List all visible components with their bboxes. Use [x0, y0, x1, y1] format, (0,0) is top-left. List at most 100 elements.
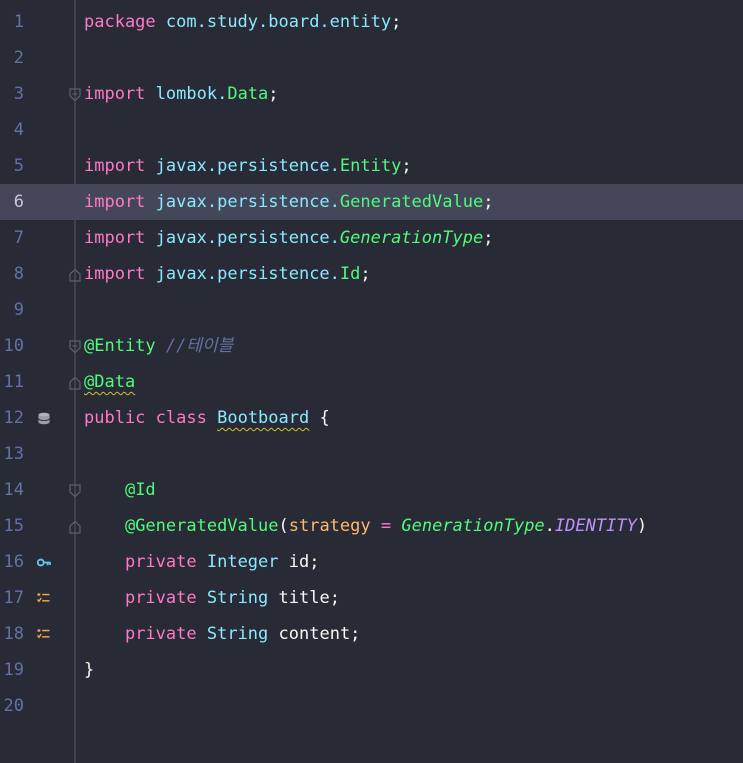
line-number: 8: [13, 264, 24, 284]
code-text: import javax.persistence.Id;: [84, 256, 371, 292]
column-field-icon[interactable]: [36, 592, 52, 605]
enum-name: GenerationType: [401, 516, 545, 536]
annotation: @Id: [124, 480, 156, 500]
class-declaration[interactable]: Bootboard: [217, 408, 309, 428]
keyword: package: [84, 12, 156, 32]
operator: =: [380, 516, 392, 536]
column-field-icon[interactable]: [36, 628, 52, 641]
code-line-5[interactable]: 5 import javax.persistence.Entity;: [0, 148, 743, 184]
code-line-8[interactable]: 8 import javax.persistence.Id;: [0, 256, 743, 292]
code-line-13[interactable]: 13: [0, 436, 743, 472]
code-editor[interactable]: 1 package com.study.board.entity; 2 3 im…: [0, 0, 743, 763]
punctuation: ;: [483, 228, 494, 248]
code-line-6-current[interactable]: 6 import javax.persistence.GeneratedValu…: [0, 184, 743, 220]
code-line-20[interactable]: 20: [0, 688, 743, 724]
code-text: private String title;: [84, 580, 340, 616]
keyword: class: [155, 408, 207, 428]
code-text: package com.study.board.entity;: [84, 4, 401, 40]
line-number: 16: [3, 552, 24, 572]
punctuation: ;: [401, 156, 412, 176]
keyword: private: [124, 624, 197, 644]
line-number: 6: [13, 192, 24, 212]
code-text: import javax.persistence.GenerationType;: [84, 220, 493, 256]
line-number: 14: [3, 480, 24, 500]
punctuation: }: [84, 660, 95, 680]
code-line-10[interactable]: 10 @Entity //테이블: [0, 328, 743, 364]
keyword: private: [124, 588, 197, 608]
code-line-3[interactable]: 3 import lombok.Data;: [0, 76, 743, 112]
fold-start-icon[interactable]: [68, 88, 82, 102]
line-number: 17: [3, 588, 24, 608]
package-name: javax.persistence.: [155, 192, 340, 212]
code-text: @Data: [84, 364, 135, 400]
line-number: 10: [3, 336, 24, 356]
code-text: @Entity //테이블: [84, 328, 233, 364]
code-line-4[interactable]: 4: [0, 112, 743, 148]
code-line-14[interactable]: 14 @Id: [0, 472, 743, 508]
code-line-19[interactable]: 19 }: [0, 652, 743, 688]
class-name: Id: [339, 264, 361, 284]
enum-name: GenerationType: [339, 228, 484, 248]
primary-key-icon[interactable]: [36, 556, 52, 569]
line-number: 5: [13, 156, 24, 176]
package-name: javax.persistence.: [155, 264, 340, 284]
line-number: 19: [3, 660, 24, 680]
package-name: com.study.board.entity: [165, 12, 392, 32]
keyword: private: [124, 552, 197, 572]
type-name: String: [206, 624, 269, 644]
package-name: lombok.: [155, 84, 228, 104]
code-text: private String content;: [84, 616, 360, 652]
line-number: 20: [3, 696, 24, 716]
annotation-warning[interactable]: @Data: [84, 372, 135, 392]
code-text: private Integer id;: [84, 544, 320, 580]
line-number: 3: [13, 84, 24, 104]
type-name: Integer: [206, 552, 279, 572]
code-text: @Id: [84, 472, 156, 508]
code-line-17[interactable]: 17 private String title;: [0, 580, 743, 616]
database-entity-icon[interactable]: [36, 412, 52, 425]
fold-start-icon[interactable]: [68, 340, 82, 354]
package-name: javax.persistence.: [155, 228, 340, 248]
fold-start-icon[interactable]: [68, 484, 82, 498]
line-number: 18: [3, 624, 24, 644]
code-line-9[interactable]: 9: [0, 292, 743, 328]
punctuation: ;: [483, 192, 494, 212]
field-name: content;: [278, 624, 361, 644]
class-name: GeneratedValue: [339, 192, 484, 212]
code-text: import lombok.Data;: [84, 76, 279, 112]
code-line-18[interactable]: 18 private String content;: [0, 616, 743, 652]
fold-end-icon[interactable]: [68, 520, 82, 534]
package-name: javax.persistence.: [155, 156, 340, 176]
code-line-7[interactable]: 7 import javax.persistence.GenerationTyp…: [0, 220, 743, 256]
line-number: 11: [3, 372, 24, 392]
fold-end-icon[interactable]: [68, 268, 82, 282]
code-line-2[interactable]: 2: [0, 40, 743, 76]
line-number: 9: [13, 300, 24, 320]
fold-end-icon[interactable]: [68, 376, 82, 390]
code-line-15[interactable]: 15 @GeneratedValue(strategy = Generation…: [0, 508, 743, 544]
punctuation: ;: [360, 264, 371, 284]
keyword: import: [84, 192, 146, 212]
code-line-11[interactable]: 11 @Data: [0, 364, 743, 400]
code-line-12[interactable]: 12 public class Bootboard {: [0, 400, 743, 436]
line-number: 7: [13, 228, 24, 248]
code-text: import javax.persistence.GeneratedValue;: [84, 184, 493, 220]
line-number: 2: [13, 48, 24, 68]
punctuation: {: [319, 408, 330, 428]
class-name: Data: [227, 84, 269, 104]
code-text: import javax.persistence.Entity;: [84, 148, 412, 184]
punctuation: .: [544, 516, 555, 536]
field-name: id;: [288, 552, 320, 572]
enum-constant: IDENTITY: [554, 516, 637, 536]
code-text: }: [84, 652, 94, 688]
keyword: import: [84, 264, 146, 284]
punctuation: (: [278, 516, 289, 536]
code-line-16[interactable]: 16 private Integer id;: [0, 544, 743, 580]
line-number: 1: [13, 12, 24, 32]
type-name: String: [206, 588, 269, 608]
code-line-1[interactable]: 1 package com.study.board.entity;: [0, 4, 743, 40]
line-number: 12: [3, 408, 24, 428]
keyword: public: [84, 408, 146, 428]
annotation: @GeneratedValue: [124, 516, 279, 536]
line-number: 13: [3, 444, 24, 464]
